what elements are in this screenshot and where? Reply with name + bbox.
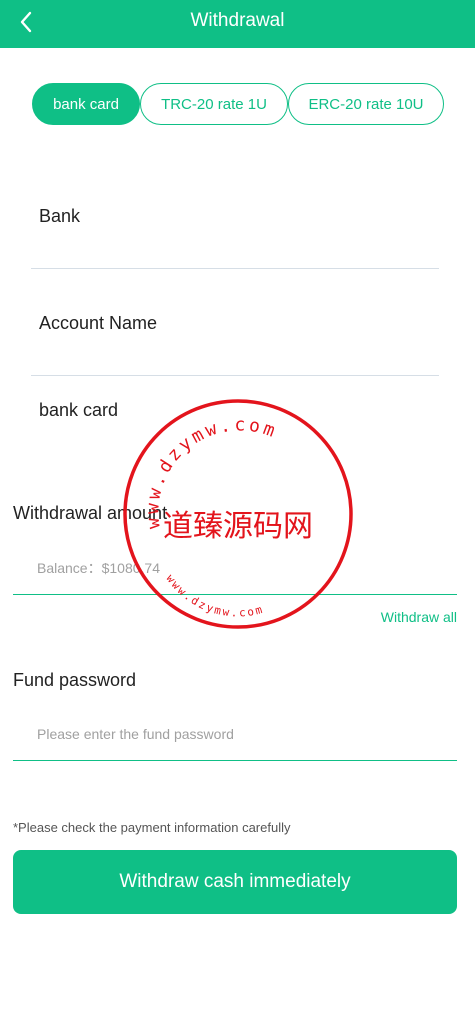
- withdraw-all-link[interactable]: Withdraw all: [381, 609, 457, 625]
- stamp-bottom-arc-text: www.dzymw.com: [163, 572, 265, 619]
- fund-password-label: Fund password: [13, 670, 137, 690]
- tab-bank-card[interactable]: bank card: [32, 83, 140, 125]
- tab-trc20[interactable]: TRC-20 rate 1U: [140, 83, 288, 125]
- payment-info-note: *Please check the payment information ca…: [13, 820, 291, 835]
- account-name-divider: [31, 375, 439, 376]
- header-bar: Withdrawal: [0, 0, 475, 48]
- fund-password-underline: [13, 760, 457, 761]
- withdrawal-amount-label: Withdrawal amount: [13, 503, 168, 523]
- withdrawal-page: Withdrawal bank card TRC-20 rate 1U ERC-…: [0, 0, 475, 1024]
- fund-password-input[interactable]: [37, 724, 437, 744]
- bank-card-field[interactable]: bank card: [39, 400, 118, 421]
- tab-erc20[interactable]: ERC-20 rate 10U: [288, 83, 444, 125]
- withdraw-cash-button[interactable]: Withdraw cash immediately: [13, 850, 457, 914]
- page-title: Withdrawal: [190, 10, 285, 31]
- amount-underline: [13, 594, 457, 595]
- bank-field[interactable]: Bank: [39, 206, 80, 227]
- account-name-field[interactable]: Account Name: [39, 313, 157, 334]
- withdrawal-amount-input[interactable]: [37, 558, 437, 578]
- bank-divider: [31, 268, 439, 269]
- stamp-center-text: 道臻源码网: [163, 509, 313, 544]
